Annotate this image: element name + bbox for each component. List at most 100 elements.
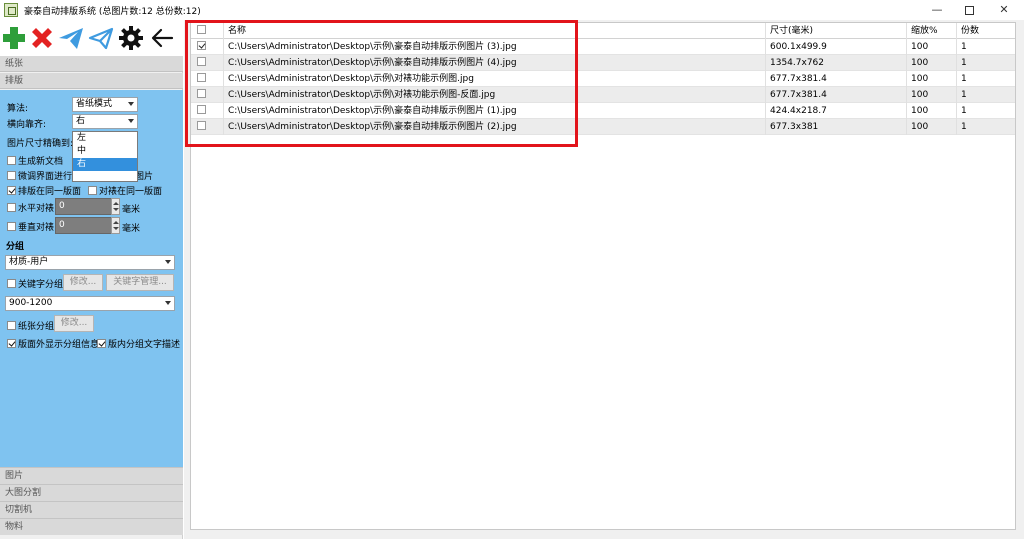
table-row[interactable]: C:\Users\Administrator\Desktop\示例\豪泰自动排版…: [191, 103, 1015, 119]
checkbox-label: 版内分组文字描述: [108, 340, 181, 350]
checkbox-label: 版面外显示分组信息: [18, 340, 100, 350]
close-button[interactable]: ✕: [987, 0, 1021, 20]
h-align-label: 横向靠齐:: [7, 120, 47, 130]
section-material[interactable]: 物料: [0, 518, 183, 535]
v-pair-input[interactable]: 0: [55, 217, 117, 234]
table-row[interactable]: C:\Users\Administrator\Desktop\示例\对裱功能示例…: [191, 71, 1015, 87]
send-button[interactable]: [58, 25, 84, 51]
section-cutter[interactable]: 切割机: [0, 501, 183, 518]
send-outline-icon: [88, 27, 114, 50]
cell-name: C:\Users\Administrator\Desktop\示例\豪泰自动排版…: [224, 119, 766, 135]
modify-keyword-button[interactable]: 修改...: [63, 274, 103, 291]
section-paper[interactable]: 纸张: [0, 56, 183, 72]
row-checkbox[interactable]: [191, 71, 224, 87]
h-pair-unit: 毫米: [122, 205, 141, 215]
checkbox-box: [7, 279, 16, 288]
material-value: 材质-用户: [9, 257, 49, 267]
h-pair-stepper[interactable]: [111, 198, 120, 215]
column-header-name[interactable]: 名称: [224, 23, 766, 39]
algorithm-select[interactable]: 省纸模式: [72, 97, 138, 112]
cell-size: 677.3x381: [766, 119, 907, 135]
cell-scale: 100: [907, 71, 957, 87]
gen-new-doc-checkbox[interactable]: 生成新文档: [7, 154, 63, 167]
maximize-button[interactable]: [952, 0, 986, 20]
image-table: 名称 尺寸(毫米) 缩放% 份数 C:\Users\Administrator\…: [190, 22, 1016, 530]
settings-button[interactable]: [118, 25, 144, 51]
checkbox-box: [7, 156, 16, 165]
checkbox-box: [7, 222, 16, 231]
modify-paper-group-button[interactable]: 修改...: [54, 315, 94, 332]
checkbox-box: [197, 105, 206, 114]
keyword-manage-button[interactable]: 关键字管理...: [106, 274, 174, 291]
show-outside-checkbox[interactable]: 版面外显示分组信息: [7, 337, 99, 350]
h-align-option-center[interactable]: 中: [73, 145, 137, 158]
checkbox-box: [7, 171, 16, 180]
checkbox-label: 垂直对裱: [18, 223, 55, 233]
h-pair-input[interactable]: 0: [55, 198, 117, 215]
left-panel: 纸张 排版 算法: 省纸模式 横向靠齐: 右 图片尺寸精确到: 左 中 右 生成…: [0, 20, 183, 539]
range-value: 900-1200: [9, 298, 53, 308]
chevron-down-icon: [128, 102, 134, 106]
checkbox-label: 纸张分组: [18, 322, 55, 332]
cell-scale: 100: [907, 103, 957, 119]
cell-count: 1: [961, 106, 967, 116]
cell-name: C:\Users\Administrator\Desktop\示例\豪泰自动排版…: [224, 55, 766, 71]
range-select[interactable]: 900-1200: [5, 296, 175, 311]
v-pair-checkbox[interactable]: 垂直对裱: [7, 220, 54, 233]
gear-icon: [119, 26, 143, 50]
app-logo-icon: [4, 3, 18, 17]
row-checkbox[interactable]: [191, 39, 224, 55]
section-big-split[interactable]: 大图分割: [0, 484, 183, 501]
checkbox-box: [7, 186, 16, 195]
paper-group-checkbox[interactable]: 纸张分组: [7, 319, 54, 332]
cell-name: C:\Users\Administrator\Desktop\示例\豪泰自动排版…: [224, 103, 766, 119]
checkbox-label: 对裱在同一版面: [99, 187, 163, 197]
cell-size: 600.1x499.9: [766, 39, 907, 55]
table-row[interactable]: C:\Users\Administrator\Desktop\示例\豪泰自动排版…: [191, 55, 1015, 71]
column-header-size[interactable]: 尺寸(毫米): [766, 23, 907, 39]
h-align-option-left[interactable]: 左: [73, 132, 137, 145]
table-row[interactable]: C:\Users\Administrator\Desktop\示例\豪泰自动排版…: [191, 119, 1015, 135]
back-button[interactable]: [150, 25, 176, 51]
column-header-count[interactable]: 份数: [957, 23, 1015, 39]
minimize-button[interactable]: —: [920, 0, 954, 20]
pair-same-side-checkbox[interactable]: 对裱在同一版面: [88, 184, 162, 197]
table-row[interactable]: C:\Users\Administrator\Desktop\示例\对裱功能示例…: [191, 87, 1015, 103]
checkbox-label: 排版在同一版面: [18, 187, 82, 197]
column-header-scale[interactable]: 缩放%: [907, 23, 957, 39]
keyword-group-checkbox[interactable]: 关键字分组: [7, 277, 63, 290]
table-row[interactable]: C:\Users\Administrator\Desktop\示例\豪泰自动排版…: [191, 39, 1015, 55]
cell-scale: 100: [907, 119, 957, 135]
send-outline-button[interactable]: [88, 25, 114, 51]
row-checkbox[interactable]: [191, 119, 224, 135]
h-pair-checkbox[interactable]: 水平对裱: [7, 201, 54, 214]
h-align-option-right[interactable]: 右: [73, 158, 137, 171]
cell-scale: 100: [907, 87, 957, 103]
section-layout[interactable]: 排版: [0, 73, 183, 89]
checkbox-box: [197, 121, 206, 130]
h-align-select[interactable]: 右: [72, 114, 138, 129]
checkbox-box: [7, 339, 16, 348]
material-select[interactable]: 材质-用户: [5, 255, 175, 270]
row-checkbox[interactable]: [191, 87, 224, 103]
row-checkbox[interactable]: [191, 55, 224, 71]
window-title: 豪泰自动排版系统 (总图片数:12 总份数:12): [24, 7, 201, 17]
toolbar: [0, 20, 183, 56]
show-inside-checkbox[interactable]: 版内分组文字描述: [97, 337, 180, 350]
cell-count: 1: [961, 122, 967, 132]
checkbox-box: [7, 203, 16, 212]
select-all-checkbox[interactable]: [191, 23, 224, 39]
size-precision-label: 图片尺寸精确到:: [7, 139, 74, 149]
same-side-layout-checkbox[interactable]: 排版在同一版面: [7, 184, 81, 197]
checkbox-box: [7, 321, 16, 330]
row-checkbox[interactable]: [191, 103, 224, 119]
add-button[interactable]: [1, 25, 27, 51]
v-pair-stepper[interactable]: [111, 217, 120, 234]
checkbox-box: [197, 73, 206, 82]
send-icon: [59, 28, 83, 49]
delete-icon: [32, 28, 52, 48]
grouping-title: 分组: [6, 242, 25, 252]
section-image[interactable]: 图片: [0, 467, 183, 484]
algorithm-label: 算法:: [7, 104, 29, 114]
delete-button[interactable]: [29, 25, 55, 51]
